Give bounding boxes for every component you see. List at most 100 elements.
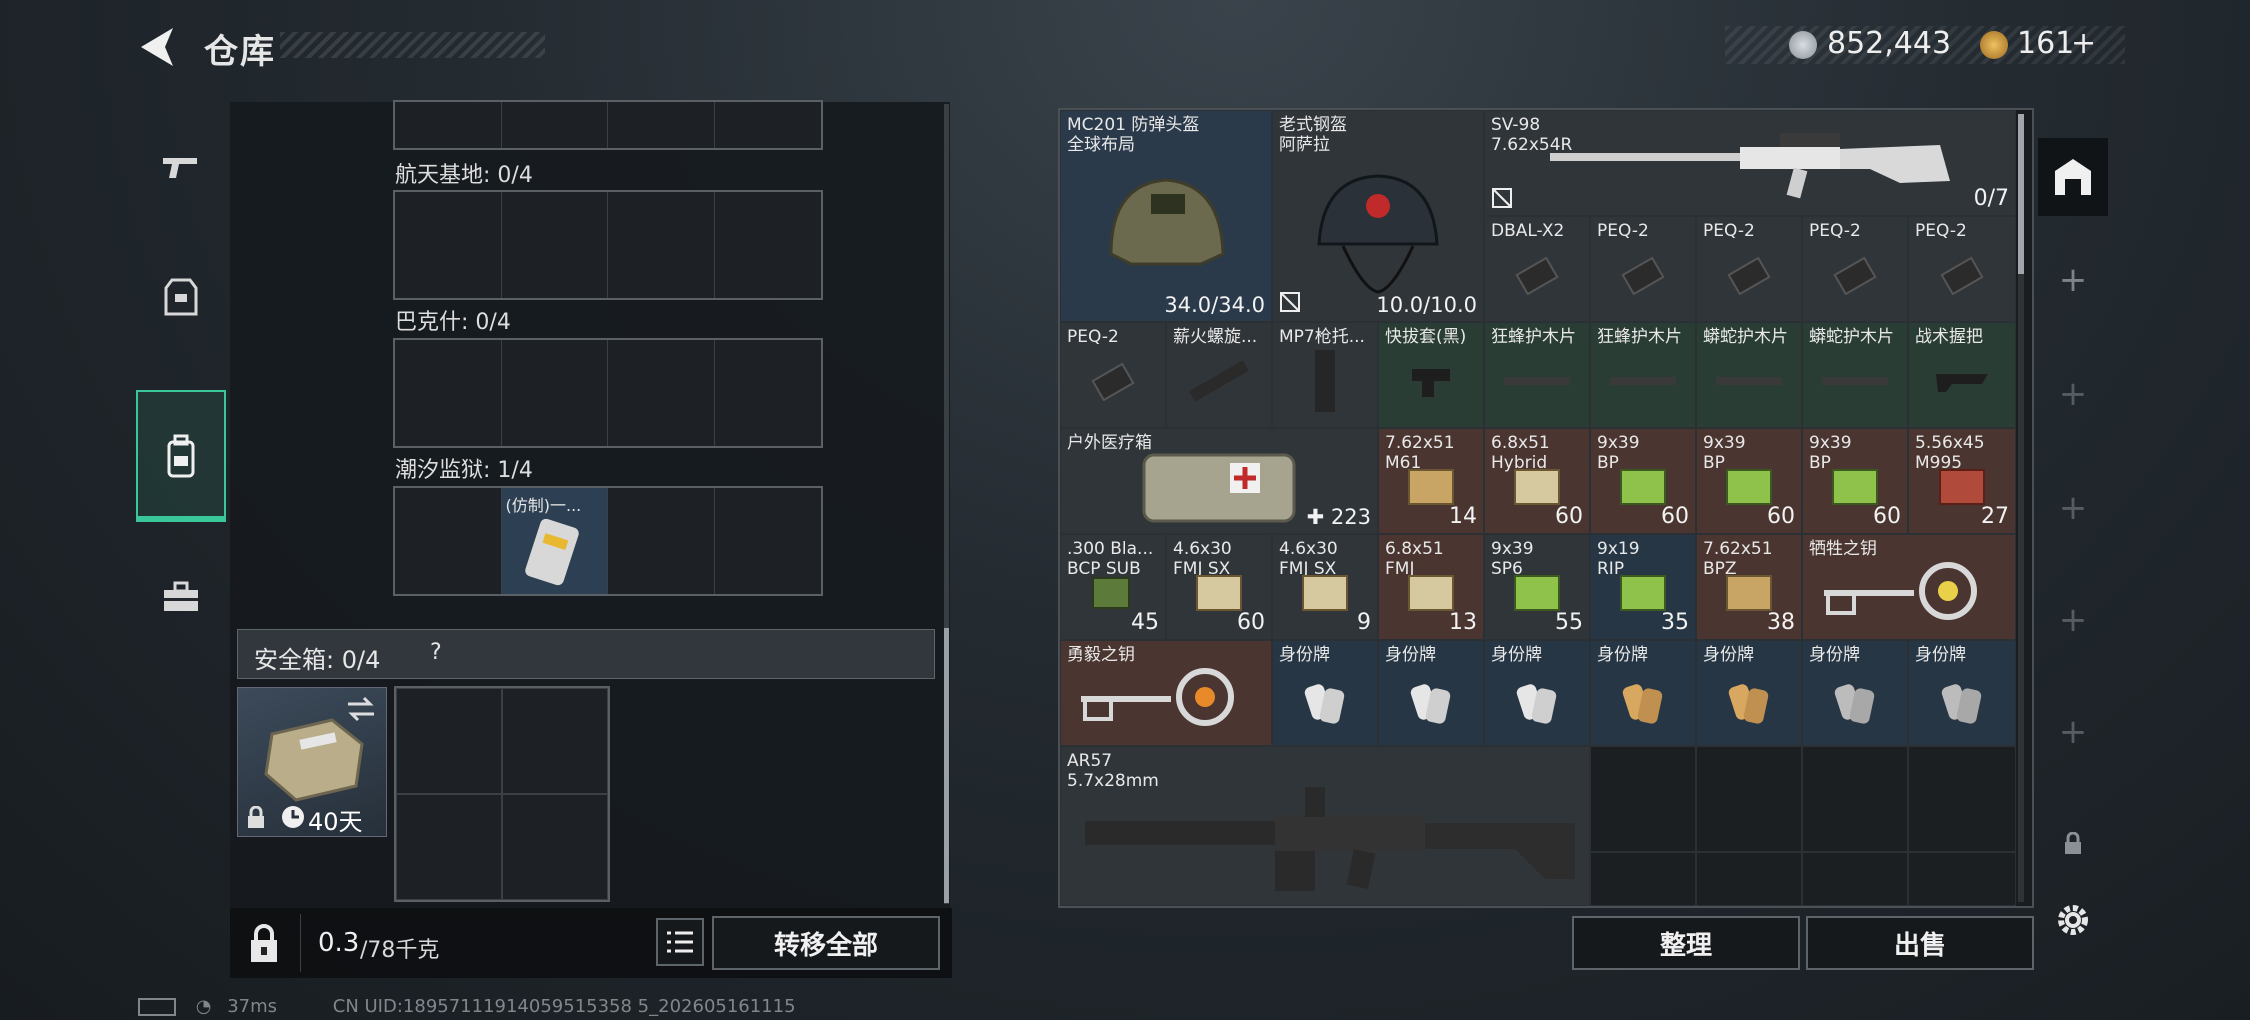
safe-box-item[interactable]: 40天 (237, 687, 387, 837)
empty-slot[interactable] (1802, 852, 1908, 906)
item-attachment[interactable]: DBAL-X2 (1484, 216, 1590, 322)
item-durability: 34.0/34.0 (1164, 293, 1265, 317)
item-attachment[interactable]: 战术握把 (1908, 322, 2016, 428)
item-key-sacrifice[interactable]: 牺牲之钥 (1802, 534, 2016, 640)
item-attachment[interactable]: PEQ-2 (1590, 216, 1696, 322)
item-ammo[interactable]: 9x39 SP6 55 (1484, 534, 1590, 640)
empty-slot[interactable] (1696, 746, 1802, 852)
empty-slot[interactable] (1590, 852, 1696, 906)
medkit-icon (1142, 453, 1296, 523)
item-name: 狂蜂护木片 (1491, 327, 1576, 347)
item-attachment[interactable]: PEQ-2 (1908, 216, 2016, 322)
sort-button[interactable]: 整理 (1572, 916, 1800, 970)
item-attachment[interactable]: PEQ-2 (1060, 322, 1166, 428)
item-attachment[interactable]: 薪火螺旋... (1166, 322, 1272, 428)
item-ammo[interactable]: .300 Bla... BCP SUB 45 (1060, 534, 1166, 640)
stash-tab-add[interactable]: + (2038, 580, 2108, 660)
empty-slot[interactable] (1908, 852, 2016, 906)
item-attachment[interactable]: 狂蜂护木片 (1484, 322, 1590, 428)
item-attachment[interactable]: MP7枪托... (1272, 322, 1378, 428)
item-ammo[interactable]: 4.6x30 FMJ SX 60 (1166, 534, 1272, 640)
item-attachment[interactable]: PEQ-2 (1696, 216, 1802, 322)
item-rifle-ar57[interactable]: AR57 5.7x28mm (1060, 746, 1590, 906)
safe-box-grid[interactable] (394, 686, 610, 902)
tab-toolbox[interactable] (138, 532, 224, 662)
item-durability: 10.0/10.0 (1376, 293, 1477, 317)
premium-add-button[interactable]: + (2071, 26, 2096, 61)
lock-icon (248, 806, 264, 828)
item-name: 快拔套(黑) (1385, 327, 1467, 347)
item-attachment[interactable]: PEQ-2 (1802, 216, 1908, 322)
stock-icon (1315, 350, 1335, 413)
item-attachment[interactable]: 蟒蛇护木片 (1802, 322, 1908, 428)
item-dogtag[interactable]: 身份牌 (1484, 640, 1590, 746)
item-dogtag[interactable]: 身份牌 (1378, 640, 1484, 746)
safe-box-label: 安全箱: 0/4 (254, 646, 381, 674)
gear-icon (2058, 905, 2088, 935)
item-ammo[interactable]: 6.8x51 FMJ 13 (1378, 534, 1484, 640)
empty-slot[interactable] (1802, 746, 1908, 852)
laser-icon (1515, 256, 1559, 296)
item-ammo[interactable]: 7.62x51 BPZ 38 (1696, 534, 1802, 640)
stash-tab-add[interactable]: + (2038, 468, 2108, 548)
item-key-courage[interactable]: 勇毅之钥 (1060, 640, 1272, 746)
item-ammo[interactable]: 9x39 BP 60 (1590, 428, 1696, 534)
money-value: 852,443 (1827, 26, 1952, 61)
battery-icon (138, 998, 176, 1016)
item-ammo[interactable]: 9x39 BP 60 (1802, 428, 1908, 534)
lock-icon[interactable] (248, 924, 280, 964)
item-dogtag[interactable]: 身份牌 (1802, 640, 1908, 746)
item-dogtag[interactable]: 身份牌 (1908, 640, 2016, 746)
empty-slot[interactable] (1908, 746, 2016, 852)
tab-weapons[interactable] (138, 102, 224, 232)
item-dogtag[interactable]: 身份牌 (1590, 640, 1696, 746)
stash-tab-add[interactable]: + (2038, 354, 2108, 434)
stash-tab-add[interactable]: + (2038, 240, 2108, 320)
premium-coin-icon (1980, 31, 2008, 59)
item-ammo[interactable]: 6.8x51 Hybrid 60 (1484, 428, 1590, 534)
item-ammo[interactable]: 9x39 BP 60 (1696, 428, 1802, 534)
tab-backpack[interactable] (136, 390, 226, 522)
sell-button[interactable]: 出售 (1806, 916, 2034, 970)
item-helmet-mc201[interactable]: MC201 防弹头盔 全球布局 34.0/34.0 (1060, 110, 1272, 322)
transfer-all-button[interactable]: 转移全部 (712, 916, 940, 970)
container-grid-spacebase[interactable] (393, 190, 823, 300)
item-replica-card[interactable]: (仿制)一... (501, 488, 608, 594)
stash-tab-main[interactable] (2038, 138, 2108, 216)
divider (300, 914, 301, 972)
item-helmet-steel[interactable]: 老式钢盔 阿萨拉 10.0/10.0 (1272, 110, 1484, 322)
list-view-button[interactable] (656, 918, 704, 966)
back-arrow-icon[interactable] (135, 24, 181, 70)
item-name: 9x39 (1809, 433, 1852, 453)
stash-scroll-thumb[interactable] (2018, 114, 2024, 274)
settings-button[interactable] (2038, 880, 2108, 960)
item-ammo[interactable]: 4.6x30 FMJ SX 9 (1272, 534, 1378, 640)
item-ammo[interactable]: 7.62x51 M61 14 (1378, 428, 1484, 534)
item-count: 9 (1357, 610, 1371, 635)
container-grid-top[interactable] (393, 100, 823, 150)
assault-rifle-icon (1085, 787, 1575, 891)
item-attachment[interactable]: 狂蜂护木片 (1590, 322, 1696, 428)
safe-box-help-button[interactable]: ? (430, 640, 442, 665)
container-grid-bakshi[interactable] (393, 338, 823, 448)
item-name: 6.8x51 (1491, 433, 1550, 453)
backpack-scroll-thumb[interactable] (944, 628, 949, 903)
empty-slot[interactable] (1590, 746, 1696, 852)
tab-gear[interactable] (138, 232, 224, 362)
stash-tab-add[interactable]: + (2038, 692, 2108, 772)
item-dogtag[interactable]: 身份牌 (1272, 640, 1378, 746)
item-name: 7.62x51 (1703, 539, 1773, 559)
item-rifle-sv98[interactable]: SV-98 7.62x54R 0/7 (1484, 110, 2016, 216)
stash-lock[interactable] (2038, 804, 2108, 884)
item-attachment[interactable]: 蟒蛇护木片 (1696, 322, 1802, 428)
item-ammo[interactable]: 9x19 RIP 35 (1590, 534, 1696, 640)
item-ammo[interactable]: 5.56x45 M995 27 (1908, 428, 2016, 534)
item-medkit[interactable]: 户外医疗箱 ✚ 223 (1060, 428, 1378, 534)
item-attachment[interactable]: 快拔套(黑) (1378, 322, 1484, 428)
container-grid-prison[interactable]: (仿制)一... (393, 486, 823, 596)
dogtag-icon (1941, 684, 1982, 724)
item-dogtag[interactable]: 身份牌 (1696, 640, 1802, 746)
empty-slot[interactable] (1696, 852, 1802, 906)
item-name: 5.56x45 (1915, 433, 1985, 453)
item-name: 9x19 (1597, 539, 1640, 559)
